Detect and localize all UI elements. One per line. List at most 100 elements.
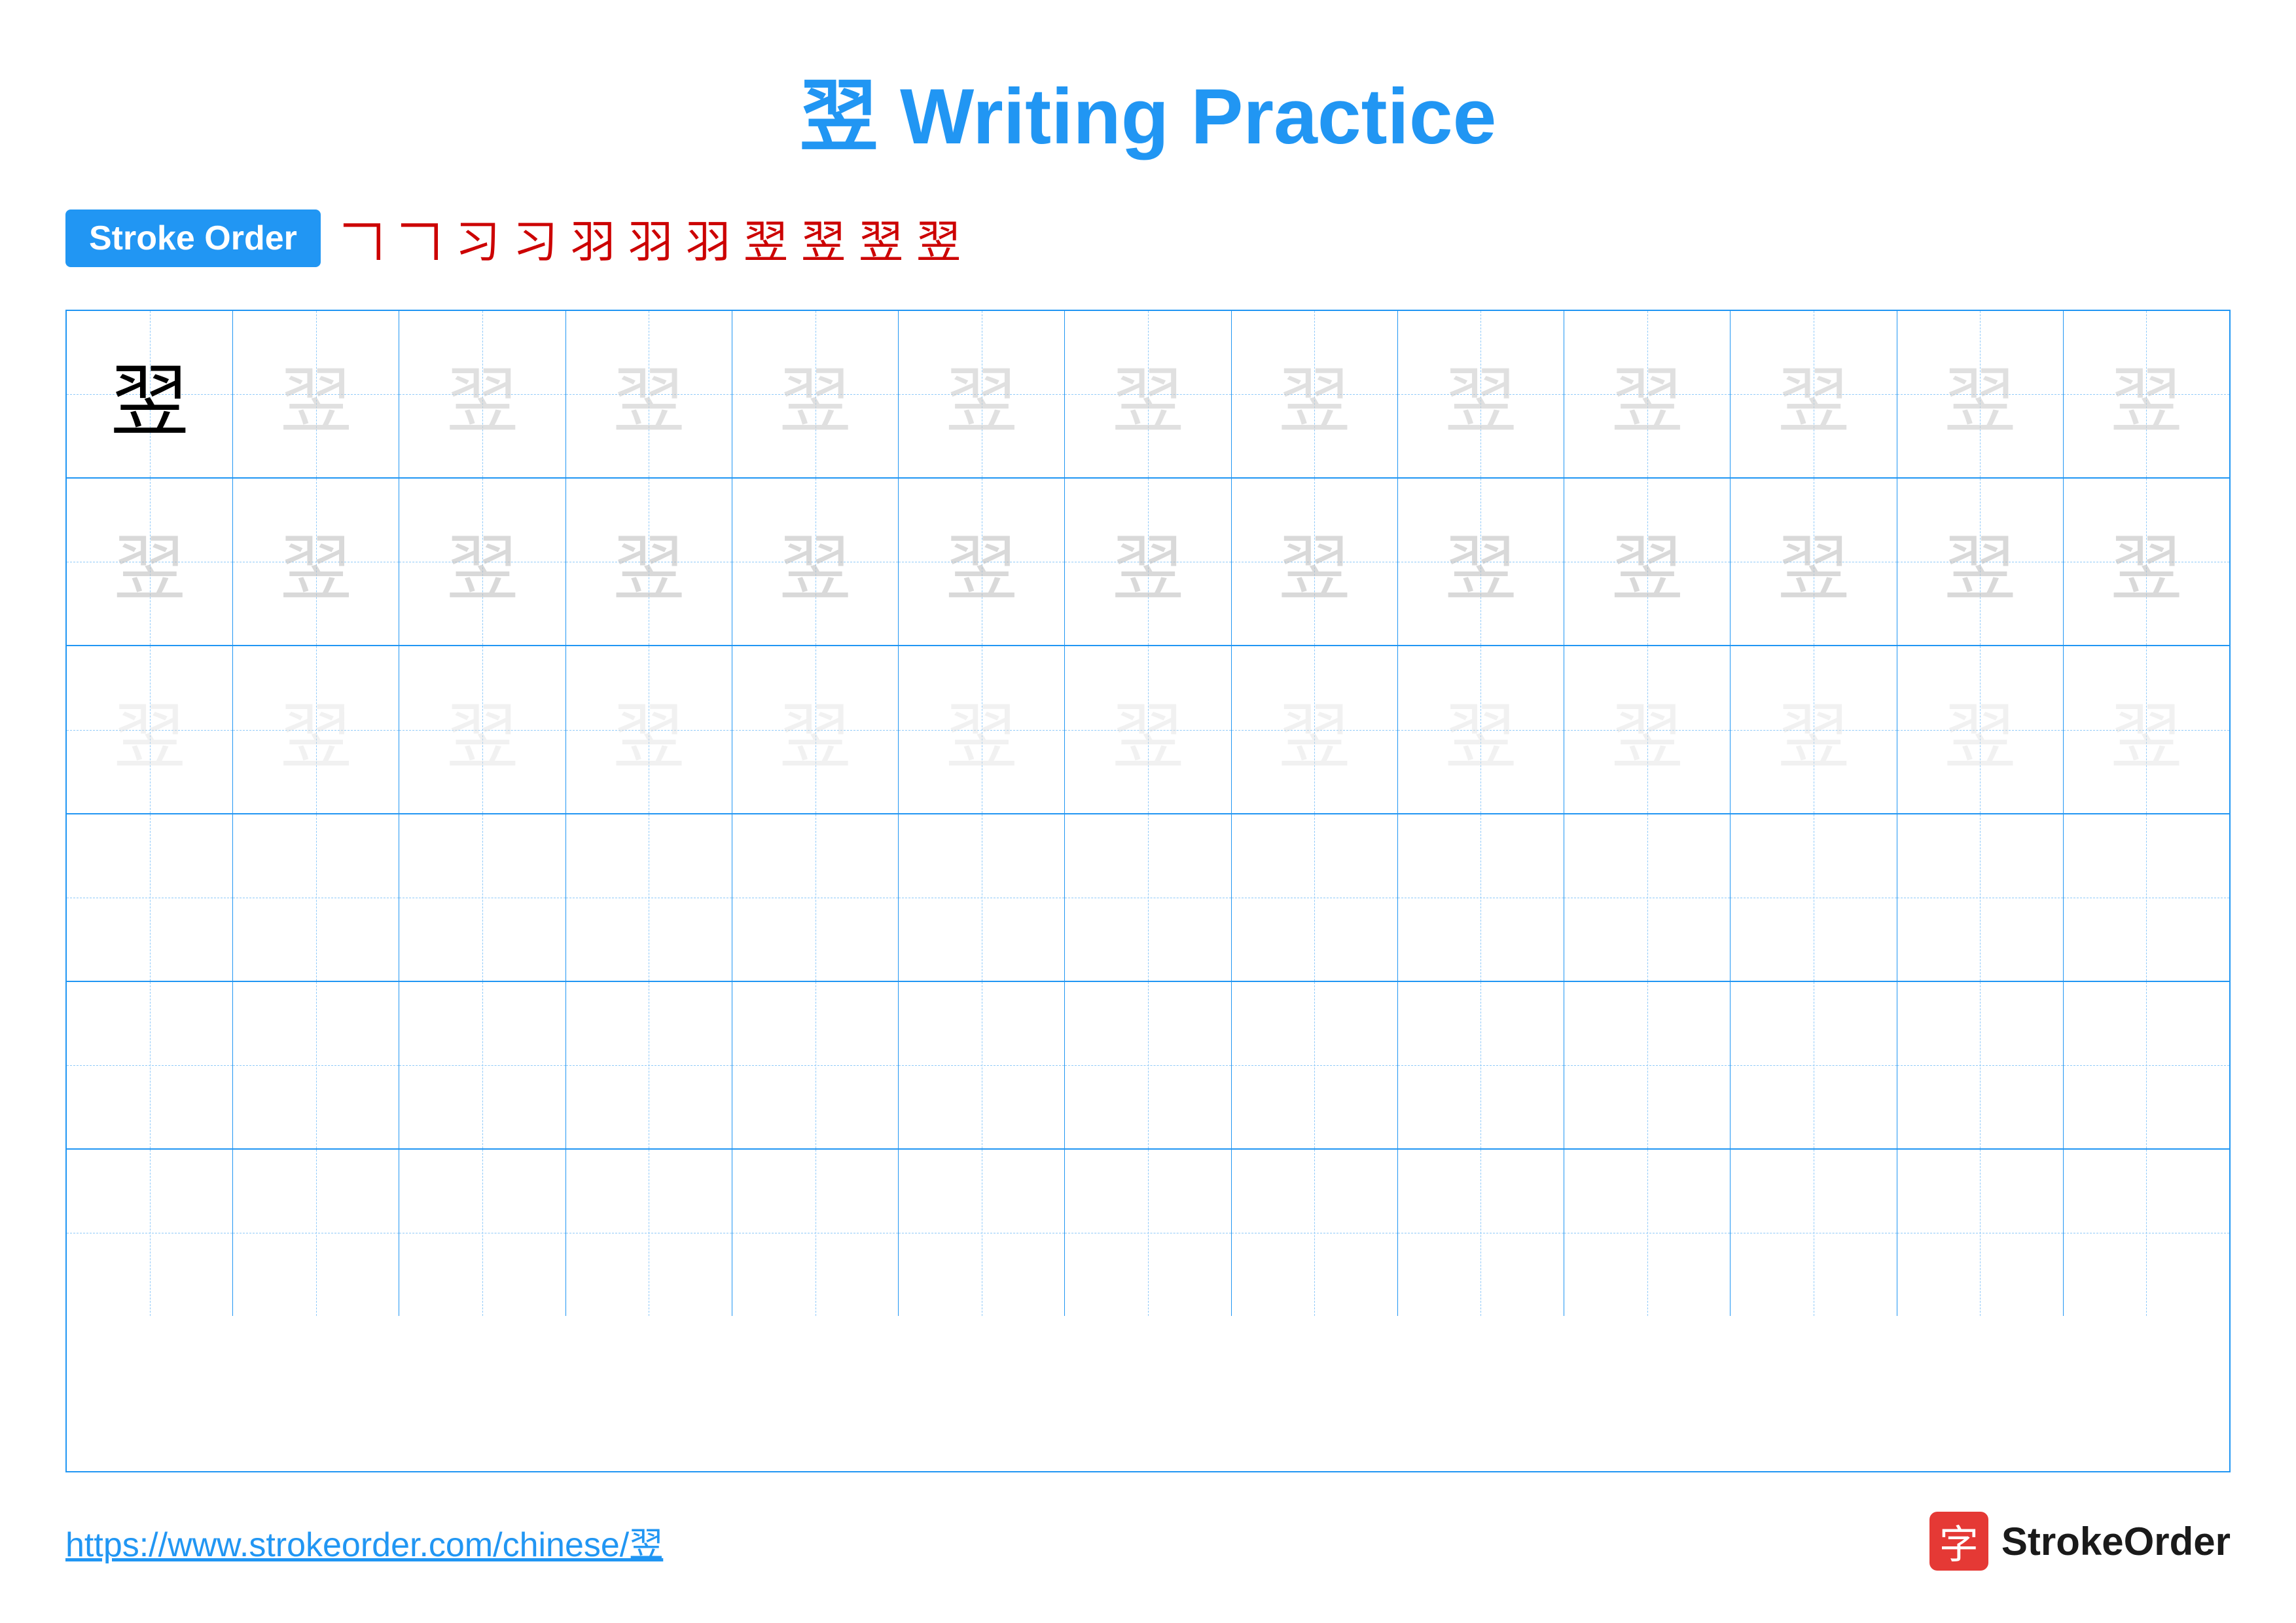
grid-cell-6-2[interactable] (233, 1150, 399, 1316)
grid-cell-4-8[interactable] (1232, 814, 1398, 981)
grid-cell-3-1: 翌 (67, 646, 233, 812)
grid-cell-2-3: 翌 (399, 479, 565, 645)
grid-row-3: 翌 翌 翌 翌 翌 翌 翌 翌 翌 (67, 646, 2229, 814)
grid-cell-5-8[interactable] (1232, 982, 1398, 1148)
grid-cell-1-1: 翌 (67, 311, 233, 477)
grid-row-2: 翌 翌 翌 翌 翌 翌 翌 翌 翌 (67, 479, 2229, 646)
char-guide: 翌 (1444, 342, 1516, 447)
grid-cell-4-4[interactable] (566, 814, 732, 981)
grid-cell-5-12[interactable] (1897, 982, 2064, 1148)
grid-cell-6-10[interactable] (1564, 1150, 1731, 1316)
char-very-light: 翌 (114, 678, 186, 782)
grid-cell-1-5: 翌 (732, 311, 899, 477)
footer-url[interactable]: https://www.strokeorder.com/chinese/翌 (65, 1517, 663, 1566)
grid-cell-5-7[interactable] (1065, 982, 1231, 1148)
grid-cell-6-8[interactable] (1232, 1150, 1398, 1316)
grid-cell-1-11: 翌 (1731, 311, 1897, 477)
char-guide: 翌 (446, 342, 518, 447)
grid-cell-5-1[interactable] (67, 982, 233, 1148)
stroke-order-badge: Stroke Order (65, 210, 321, 267)
grid-cell-3-4: 翌 (566, 646, 732, 812)
grid-cell-6-5[interactable] (732, 1150, 899, 1316)
char-very-light: 翌 (780, 678, 852, 782)
char-guide: 翌 (946, 342, 1018, 447)
grid-cell-2-13: 翌 (2064, 479, 2229, 645)
grid-cell-5-4[interactable] (566, 982, 732, 1148)
char-guide: 翌 (2110, 509, 2182, 614)
char-guide: 翌 (1944, 342, 2016, 447)
char-guide: 翌 (946, 509, 1018, 614)
grid-cell-2-9: 翌 (1398, 479, 1564, 645)
grid-cell-6-11[interactable] (1731, 1150, 1897, 1316)
grid-cell-5-3[interactable] (399, 982, 565, 1148)
grid-cell-1-13: 翌 (2064, 311, 2229, 477)
grid-row-4 (67, 814, 2229, 982)
grid-cell-4-10[interactable] (1564, 814, 1731, 981)
grid-cell-5-13[interactable] (2064, 982, 2229, 1148)
grid-cell-4-11[interactable] (1731, 814, 1897, 981)
grid-row-6 (67, 1150, 2229, 1316)
grid-cell-5-5[interactable] (732, 982, 899, 1148)
grid-cell-2-12: 翌 (1897, 479, 2064, 645)
stroke-step-7: 羽 (686, 206, 730, 270)
char-very-light: 翌 (1778, 678, 1850, 782)
stroke-step-5: 羽 (571, 206, 615, 270)
grid-cell-6-1[interactable] (67, 1150, 233, 1316)
grid-cell-1-6: 翌 (899, 311, 1065, 477)
char-guide: 翌 (1278, 342, 1350, 447)
grid-cell-4-7[interactable] (1065, 814, 1231, 981)
grid-cell-1-8: 翌 (1232, 311, 1398, 477)
grid-cell-3-6: 翌 (899, 646, 1065, 812)
grid-cell-2-1: 翌 (67, 479, 233, 645)
logo-char: 字 (1939, 1513, 1979, 1570)
grid-cell-5-9[interactable] (1398, 982, 1564, 1148)
grid-cell-4-6[interactable] (899, 814, 1065, 981)
char-very-light: 翌 (613, 678, 685, 782)
grid-cell-2-2: 翌 (233, 479, 399, 645)
char-very-light: 翌 (1611, 678, 1683, 782)
logo-text: StrokeOrder (2001, 1519, 2231, 1564)
grid-cell-3-13: 翌 (2064, 646, 2229, 812)
footer-logo: 字 StrokeOrder (1929, 1512, 2231, 1571)
grid-cell-6-4[interactable] (566, 1150, 732, 1316)
footer: https://www.strokeorder.com/chinese/翌 字 … (65, 1512, 2231, 1571)
grid-cell-6-13[interactable] (2064, 1150, 2229, 1316)
grid-cell-4-12[interactable] (1897, 814, 2064, 981)
grid-cell-1-12: 翌 (1897, 311, 2064, 477)
grid-cell-5-6[interactable] (899, 982, 1065, 1148)
grid-cell-3-10: 翌 (1564, 646, 1731, 812)
grid-cell-4-1[interactable] (67, 814, 233, 981)
grid-cell-3-5: 翌 (732, 646, 899, 812)
grid-cell-4-9[interactable] (1398, 814, 1564, 981)
grid-cell-5-10[interactable] (1564, 982, 1731, 1148)
grid-cell-4-2[interactable] (233, 814, 399, 981)
grid-cell-4-5[interactable] (732, 814, 899, 981)
grid-cell-4-3[interactable] (399, 814, 565, 981)
stroke-step-9: 翌 (801, 206, 846, 270)
stroke-step-3: 习 (456, 206, 500, 270)
grid-cell-3-11: 翌 (1731, 646, 1897, 812)
grid-cell-4-13[interactable] (2064, 814, 2229, 981)
grid-cell-6-3[interactable] (399, 1150, 565, 1316)
char-guide: 翌 (1611, 509, 1683, 614)
grid-cell-5-11[interactable] (1731, 982, 1897, 1148)
grid-cell-5-2[interactable] (233, 982, 399, 1148)
char-guide: 翌 (2110, 342, 2182, 447)
practice-grid: 翌 翌 翌 翌 翌 翌 翌 翌 翌 (65, 310, 2231, 1472)
grid-cell-2-7: 翌 (1065, 479, 1231, 645)
grid-cell-1-10: 翌 (1564, 311, 1731, 477)
page-title: 翌 Writing Practice (800, 52, 1497, 166)
grid-cell-6-9[interactable] (1398, 1150, 1564, 1316)
char-very-light: 翌 (446, 678, 518, 782)
grid-cell-2-5: 翌 (732, 479, 899, 645)
char-guide: 翌 (280, 509, 352, 614)
grid-cell-6-7[interactable] (1065, 1150, 1231, 1316)
grid-cell-6-6[interactable] (899, 1150, 1065, 1316)
stroke-step-4: 习 (513, 206, 558, 270)
grid-cell-3-7: 翌 (1065, 646, 1231, 812)
char-guide: 翌 (613, 342, 685, 447)
char-guide: 翌 (1444, 509, 1516, 614)
grid-cell-6-12[interactable] (1897, 1150, 2064, 1316)
grid-cell-1-7: 翌 (1065, 311, 1231, 477)
title-char: 翌 (800, 73, 878, 160)
